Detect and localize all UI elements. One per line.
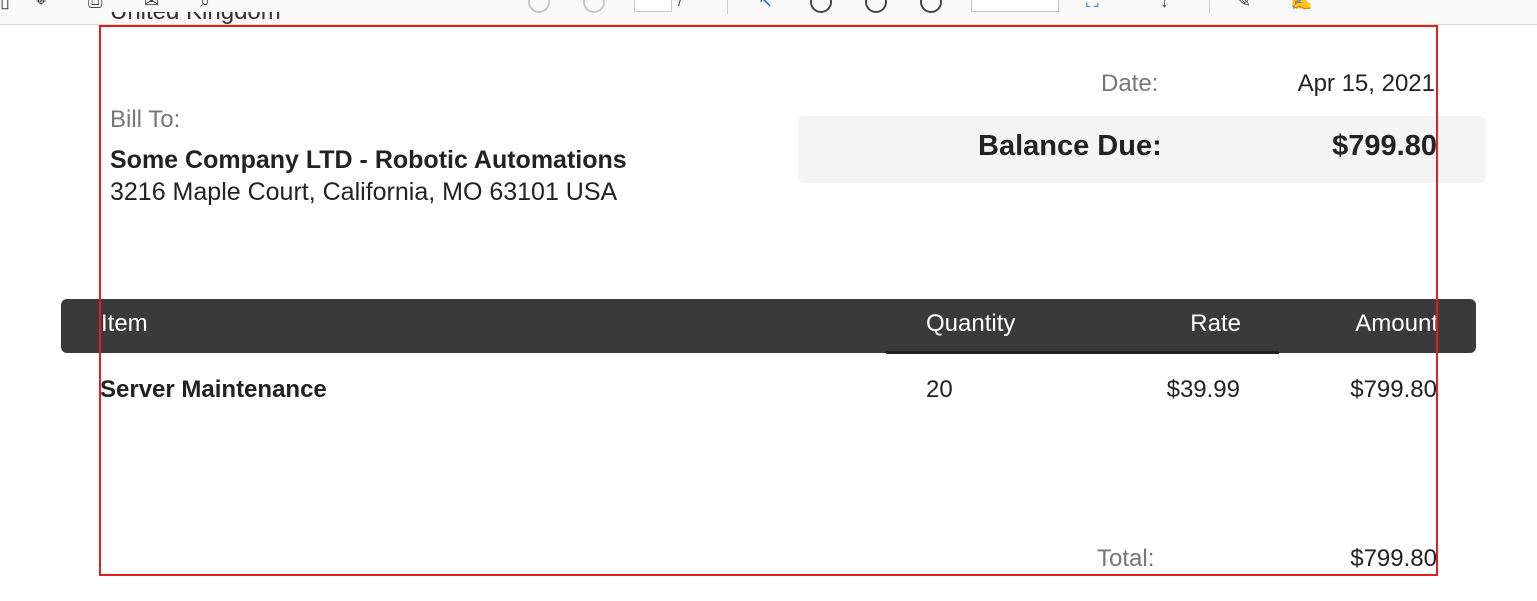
sidebar-toggle-icon[interactable]: ▯ (0, 0, 10, 11)
pdf-viewer-page: ▯ ⌖ ⎙ ✉ ⌕ / ↖ ⛶ ↕ ✎ ✍ United Kingdom Dat… (0, 0, 1537, 601)
total-value: $799.80 (1350, 545, 1437, 572)
previous-page-icon[interactable] (528, 0, 550, 13)
next-page-icon[interactable] (583, 0, 605, 13)
zoom-in-icon[interactable] (920, 0, 942, 13)
toolbar-divider (727, 0, 728, 14)
column-header-amount: Amount (1355, 310, 1438, 337)
page-count-icon: / (678, 0, 682, 9)
bill-to-name: Some Company LTD - Robotic Automations (110, 146, 627, 174)
zoom-out-icon[interactable] (865, 0, 887, 13)
total-label: Total: (1097, 545, 1155, 572)
date-value: Apr 15, 2021 (1297, 70, 1435, 97)
mail-icon[interactable]: ✉ (144, 0, 159, 11)
page-number-input[interactable] (634, 0, 672, 12)
bill-to-address: 3216 Maple Court, California, MO 63101 U… (110, 178, 618, 206)
date-label: Date: (1101, 70, 1159, 97)
row-quantity: 20 (926, 376, 953, 403)
table-row: Server Maintenance 20 $39.99 $799.80 (0, 376, 1537, 406)
bill-to-label: Bill To: (110, 106, 181, 133)
hand-tool-icon[interactable] (810, 0, 832, 13)
balance-due-label: Balance Due: (978, 130, 1162, 162)
search-icon[interactable]: ⌕ (200, 0, 210, 11)
comment-icon[interactable]: ✎ (1236, 0, 1251, 11)
print-icon[interactable]: ⎙ (88, 0, 102, 11)
row-rate: $39.99 (1166, 376, 1240, 403)
column-header-rate: Rate (1190, 310, 1241, 337)
fit-page-icon[interactable]: ⛶ (1086, 0, 1099, 11)
sign-icon[interactable]: ✍ (1290, 0, 1312, 11)
column-header-quantity: Quantity (926, 310, 1016, 337)
items-table-header: Item Quantity Rate Amount (61, 299, 1476, 353)
zoom-level-select[interactable] (971, 0, 1059, 12)
header-underline (886, 351, 1279, 354)
balance-due-value: $799.80 (1332, 130, 1437, 162)
row-amount: $799.80 (1350, 376, 1437, 403)
scroll-mode-icon[interactable]: ↕ (1160, 0, 1169, 11)
find-icon[interactable]: ⌖ (36, 0, 46, 11)
column-header-item: Item (101, 310, 148, 337)
toolbar-divider (1209, 0, 1210, 14)
select-tool-icon[interactable]: ↖ (758, 0, 773, 11)
row-item: Server Maintenance (100, 376, 327, 403)
